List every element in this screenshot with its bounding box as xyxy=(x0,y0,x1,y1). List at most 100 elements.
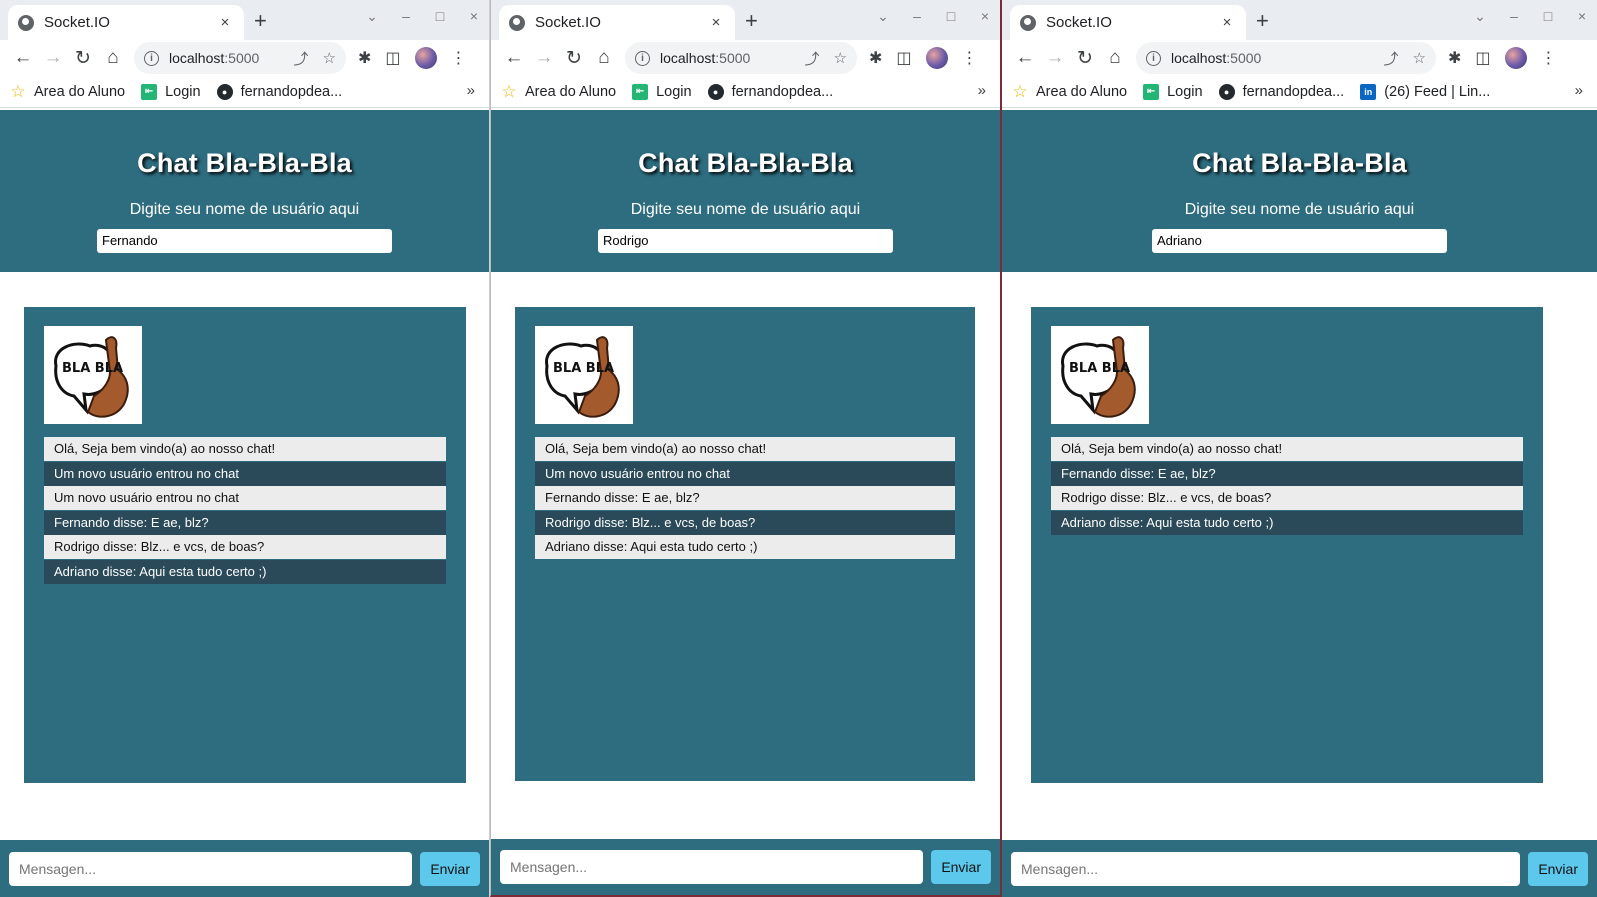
message-item: Olá, Seja bem vindo(a) ao nosso chat! xyxy=(535,437,955,461)
minimize-button[interactable]: – xyxy=(1507,8,1521,25)
page-title: Chat Bla-Bla-Bla xyxy=(137,148,352,178)
info-icon[interactable]: i xyxy=(1146,50,1161,66)
message-input[interactable]: Mensagen... xyxy=(500,850,924,884)
info-icon[interactable]: i xyxy=(144,50,159,66)
share-icon[interactable]: ⤴ xyxy=(294,48,309,69)
bookmark-area-do-aluno[interactable]: ☆ Area do Aluno xyxy=(10,82,125,101)
address-bar[interactable]: i localhost:5000 ⤴ ☆ xyxy=(134,42,346,74)
bookmark-github[interactable]: ● fernandopdea... xyxy=(1218,83,1344,100)
close-tab-icon[interactable]: × xyxy=(216,14,234,31)
bookmark-login[interactable]: ⇤ Login xyxy=(141,83,201,100)
login-icon: ⇤ xyxy=(632,83,649,100)
message-input[interactable]: Mensagen... xyxy=(9,851,413,886)
side-panel-icon[interactable]: ◫ xyxy=(896,48,911,68)
bookmark-linkedin[interactable]: in (26) Feed | Lin... xyxy=(1360,83,1490,100)
send-button[interactable]: Enviar xyxy=(420,851,480,886)
message-list: Olá, Seja bem vindo(a) ao nosso chat! Um… xyxy=(535,437,955,560)
chat-container: BLA BLA Olá, Seja bem vindo(a) ao nosso … xyxy=(515,307,975,781)
bla-bla-logo: BLA BLA xyxy=(44,326,142,424)
bookmark-area-do-aluno[interactable]: ☆ Area do Aluno xyxy=(501,82,616,101)
extensions-icon[interactable]: ✱ xyxy=(1448,48,1461,68)
home-icon[interactable]: ⌂ xyxy=(1100,43,1130,73)
minimize-button[interactable]: – xyxy=(399,8,413,25)
bookmark-github[interactable]: ● fernandopdea... xyxy=(707,83,833,100)
tab-search-icon[interactable]: ⌄ xyxy=(365,8,379,25)
maximize-button[interactable]: □ xyxy=(944,8,958,25)
profile-avatar[interactable] xyxy=(925,47,948,69)
message-footer: Mensagen... Enviar xyxy=(0,840,489,897)
message-item: Um novo usuário entrou no chat xyxy=(535,461,955,486)
share-icon[interactable]: ⤴ xyxy=(1384,48,1399,69)
share-icon[interactable]: ⤴ xyxy=(805,48,820,69)
bookmark-area-do-aluno[interactable]: ☆ Area do Aluno xyxy=(1012,82,1127,101)
reload-icon[interactable]: ↻ xyxy=(559,43,589,73)
tab-search-icon[interactable]: ⌄ xyxy=(876,8,890,25)
info-icon[interactable]: i xyxy=(635,50,650,66)
address-bar[interactable]: i localhost:5000 ⤴ ☆ xyxy=(1136,42,1436,74)
new-tab-button[interactable]: + xyxy=(1256,8,1269,34)
star-icon[interactable]: ☆ xyxy=(834,49,847,67)
send-button[interactable]: Enviar xyxy=(1528,851,1588,886)
tab-socketio[interactable]: Socket.IO × xyxy=(1010,5,1246,40)
star-icon[interactable]: ☆ xyxy=(1413,49,1426,67)
close-tab-icon[interactable]: × xyxy=(707,14,725,31)
profile-avatar[interactable] xyxy=(1504,47,1527,69)
globe-icon xyxy=(18,14,34,31)
close-tab-icon[interactable]: × xyxy=(1218,14,1236,31)
home-icon[interactable]: ⌂ xyxy=(98,43,128,73)
maximize-button[interactable]: □ xyxy=(433,8,447,25)
username-input[interactable]: Fernando xyxy=(97,229,392,253)
minimize-button[interactable]: – xyxy=(910,8,924,25)
username-prompt: Digite seu nome de usuário aqui xyxy=(129,201,360,218)
bookmarks-more-icon[interactable]: » xyxy=(1575,82,1583,99)
back-icon[interactable]: ← xyxy=(1010,43,1040,73)
profile-avatar[interactable] xyxy=(414,47,437,69)
send-button[interactable]: Enviar xyxy=(931,850,991,884)
new-tab-button[interactable]: + xyxy=(254,8,267,34)
bookmarks-bar: ☆ Area do Aluno ⇤ Login ● fernandopdea... » xyxy=(491,76,1000,108)
side-panel-icon[interactable]: ◫ xyxy=(1475,48,1490,68)
tab-socketio[interactable]: Socket.IO × xyxy=(8,5,244,40)
tab-socketio[interactable]: Socket.IO × xyxy=(499,5,735,40)
maximize-button[interactable]: □ xyxy=(1541,8,1555,25)
chat-page: Chat Bla-Bla-Bla Digite seu nome de usuá… xyxy=(1002,110,1597,897)
message-list: Olá, Seja bem vindo(a) ao nosso chat! Fe… xyxy=(1051,437,1523,535)
close-window-button[interactable]: × xyxy=(467,8,481,25)
tab-title: Socket.IO xyxy=(1046,14,1112,31)
address-bar[interactable]: i localhost:5000 ⤴ ☆ xyxy=(625,42,857,74)
bookmarks-more-icon[interactable]: » xyxy=(978,82,986,99)
tab-search-icon[interactable]: ⌄ xyxy=(1473,8,1487,25)
forward-icon[interactable]: → xyxy=(1040,43,1070,73)
bookmark-github[interactable]: ● fernandopdea... xyxy=(216,83,342,100)
username-input[interactable]: Rodrigo xyxy=(598,229,893,253)
extensions-icon[interactable]: ✱ xyxy=(869,48,882,68)
window-controls: ⌄ – □ × xyxy=(876,8,992,25)
username-input[interactable]: Adriano xyxy=(1152,229,1447,253)
side-panel-icon[interactable]: ◫ xyxy=(385,48,400,68)
extensions-icon[interactable]: ✱ xyxy=(358,48,371,68)
bookmarks-more-icon[interactable]: » xyxy=(467,82,475,99)
bookmark-login[interactable]: ⇤ Login xyxy=(632,83,692,100)
menu-icon[interactable]: ⋮ xyxy=(451,48,467,68)
chat-header: Chat Bla-Bla-Bla Digite seu nome de usuá… xyxy=(0,110,489,272)
menu-icon[interactable]: ⋮ xyxy=(962,48,978,68)
menu-icon[interactable]: ⋮ xyxy=(1541,48,1557,68)
reload-icon[interactable]: ↻ xyxy=(68,43,98,73)
forward-icon[interactable]: → xyxy=(529,43,559,73)
home-icon[interactable]: ⌂ xyxy=(589,43,619,73)
message-input[interactable]: Mensagen... xyxy=(1011,851,1521,886)
message-item: Adriano disse: Aqui esta tudo certo ;) xyxy=(44,559,446,584)
forward-icon[interactable]: → xyxy=(38,43,68,73)
chat-container: BLA BLA Olá, Seja bem vindo(a) ao nosso … xyxy=(24,307,466,783)
bookmark-login[interactable]: ⇤ Login xyxy=(1143,83,1203,100)
bla-bla-logo: BLA BLA xyxy=(535,326,633,424)
back-icon[interactable]: ← xyxy=(499,43,529,73)
star-icon[interactable]: ☆ xyxy=(323,49,336,67)
message-footer: Mensagen... Enviar xyxy=(1002,840,1597,897)
close-window-button[interactable]: × xyxy=(978,8,992,25)
back-icon[interactable]: ← xyxy=(8,43,38,73)
message-item: Olá, Seja bem vindo(a) ao nosso chat! xyxy=(44,437,446,461)
close-window-button[interactable]: × xyxy=(1575,8,1589,25)
reload-icon[interactable]: ↻ xyxy=(1070,43,1100,73)
new-tab-button[interactable]: + xyxy=(745,8,758,34)
